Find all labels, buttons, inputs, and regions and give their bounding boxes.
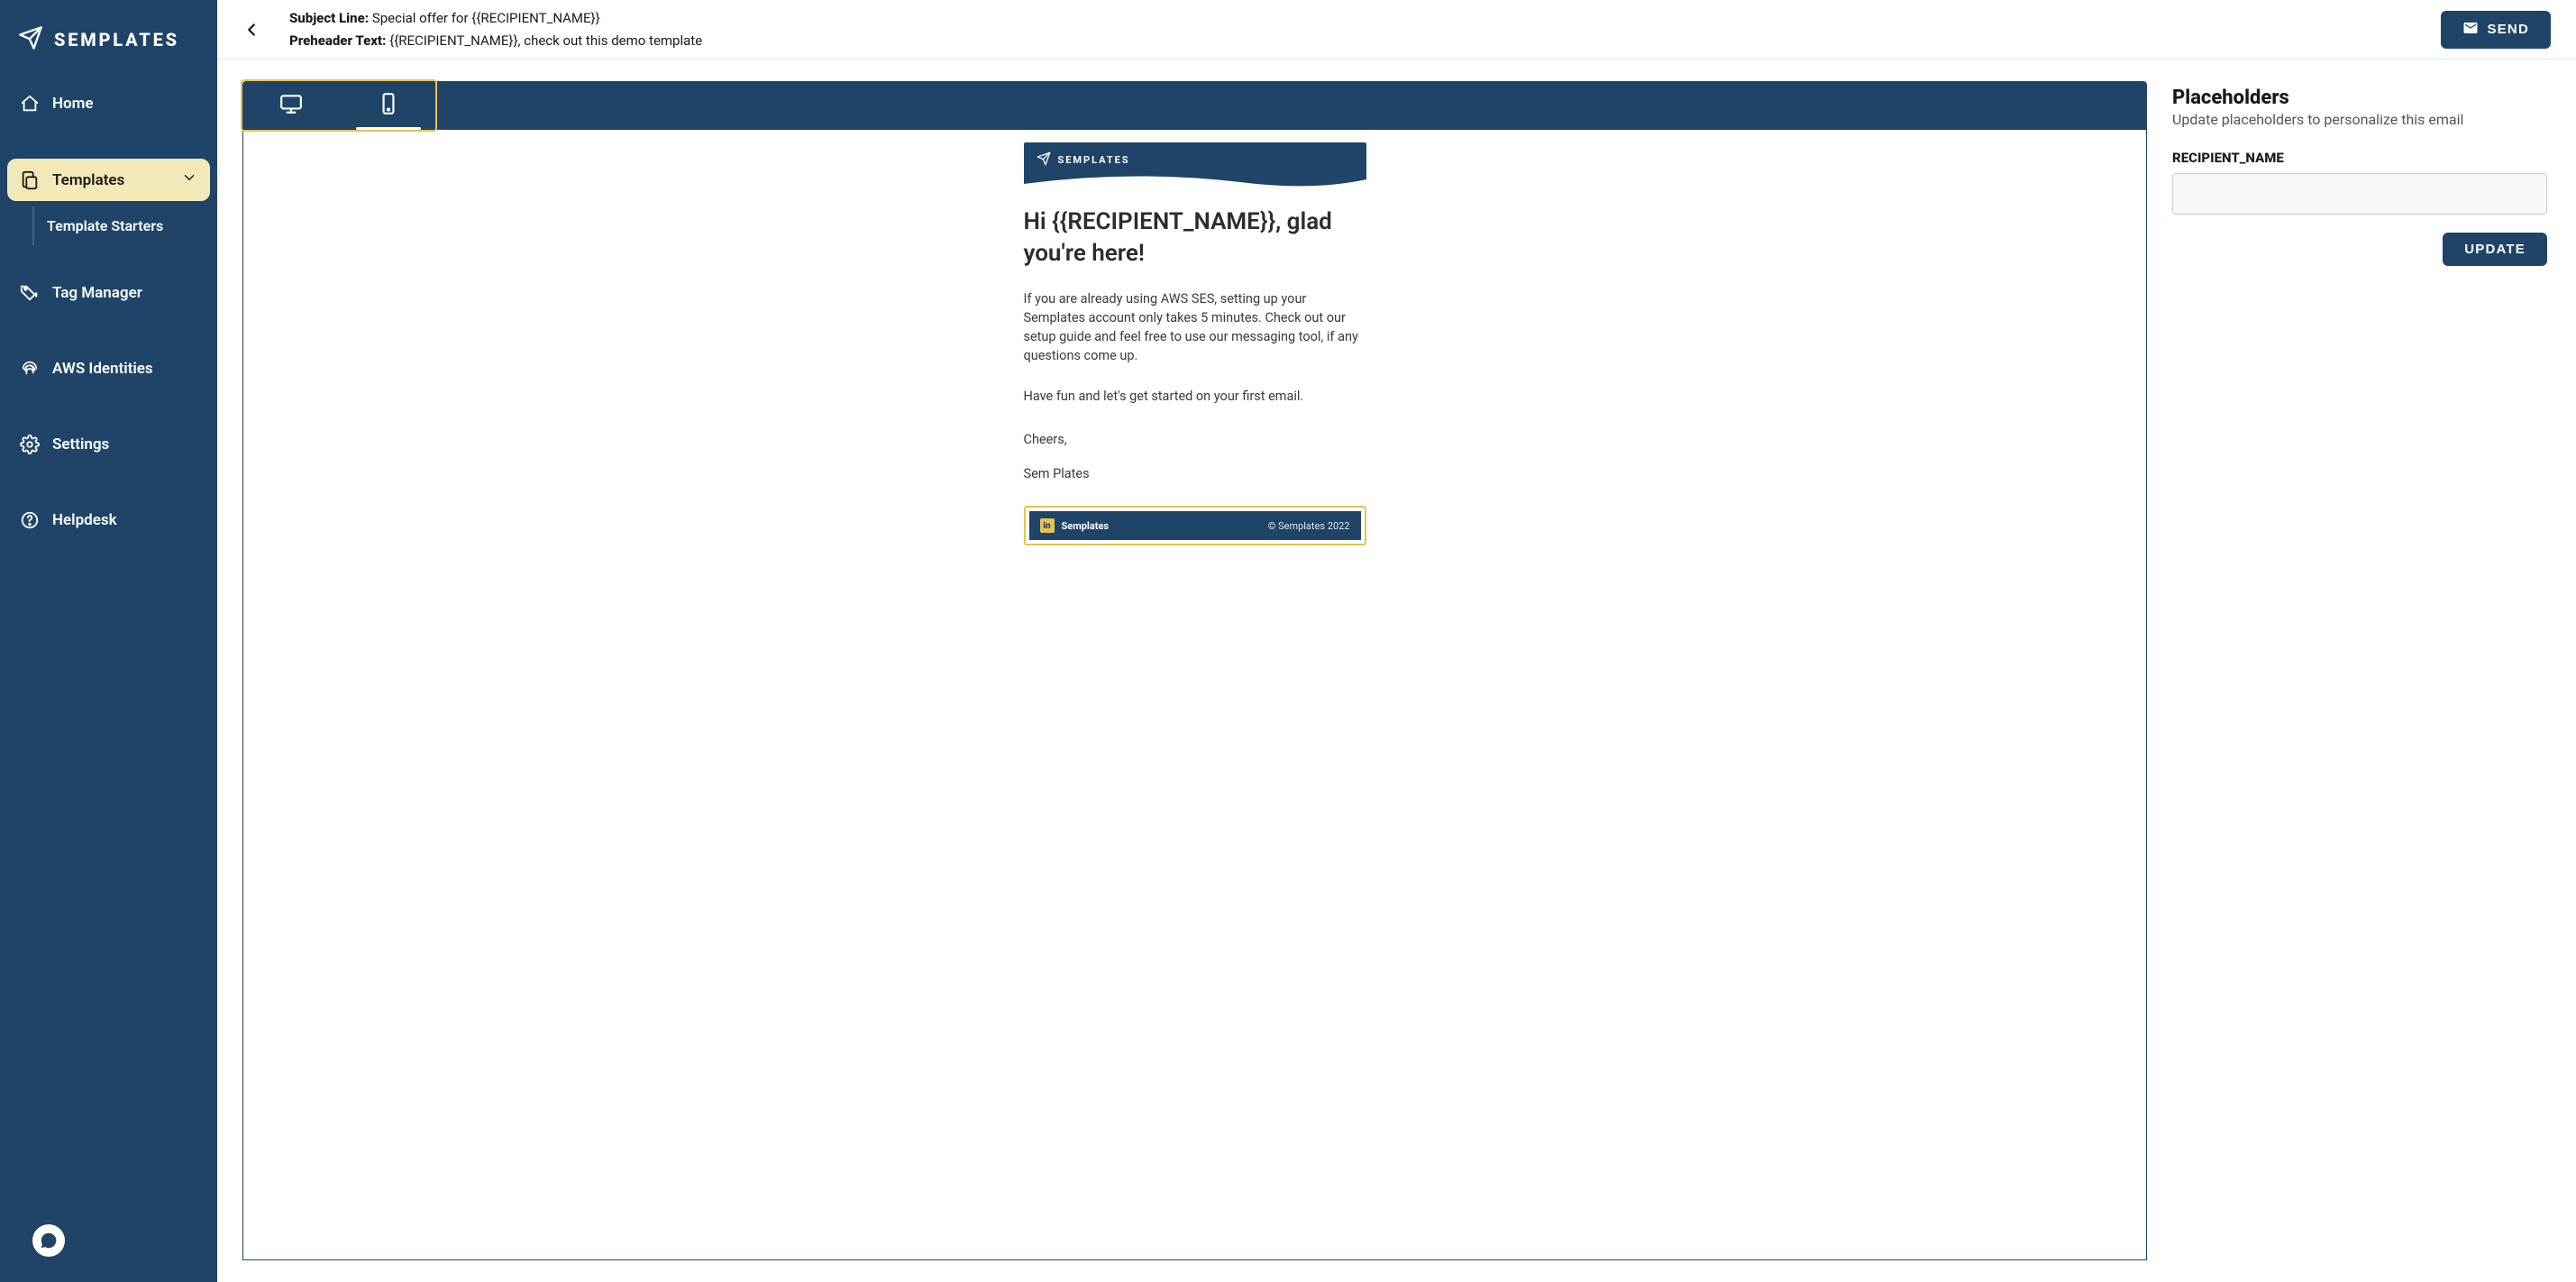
email-cheers: Cheers, <box>1024 427 1366 453</box>
desktop-icon <box>279 92 303 119</box>
back-button[interactable] <box>235 14 268 46</box>
sidebar-item-label: Home <box>52 95 94 113</box>
subject-label: Subject Line: <box>289 10 372 26</box>
paper-plane-icon <box>1037 151 1051 169</box>
email-body: Hi {{RECIPIENT_NAME}}, glad you're here!… <box>1024 190 1366 506</box>
paper-plane-icon <box>18 25 43 54</box>
brand: SEMPLATES <box>0 0 217 83</box>
brand-text: SEMPLATES <box>54 29 179 50</box>
home-icon <box>20 94 40 114</box>
email-frame: SEMPLATES Hi {{RECIPIENT_NAME}}, glad yo… <box>242 130 2147 1260</box>
copy-icon <box>20 170 40 190</box>
sidebar-item-label: Tag Manager <box>52 284 142 302</box>
sidebar-item-label: Templates <box>52 171 124 189</box>
subject-value: Special offer for {{RECIPIENT_NAME}} <box>372 10 600 26</box>
recipient-name-input[interactable] <box>2172 173 2547 215</box>
chat-widget[interactable] <box>32 1224 65 1257</box>
email-footer: in Semplates © Semplates 2022 <box>1029 511 1361 540</box>
email-header: SEMPLATES <box>1024 142 1366 190</box>
fingerprint-icon <box>20 359 40 379</box>
placeholders-panel: Placeholders Update placeholders to pers… <box>2172 81 2551 1260</box>
field-label-recipient-name: RECIPIENT_NAME <box>2172 150 2547 166</box>
preview-column: SEMPLATES Hi {{RECIPIENT_NAME}}, glad yo… <box>242 81 2147 1260</box>
tag-icon <box>20 283 40 303</box>
highlight-box-footer: in Semplates © Semplates 2022 <box>1024 506 1366 545</box>
sidebar-item-templates[interactable]: Templates <box>7 159 210 201</box>
sidebar-item-label: AWS Identities <box>52 360 153 378</box>
sidebar-item-home[interactable]: Home <box>7 83 210 124</box>
sidebar: SEMPLATES Home Templates Template Starte… <box>0 0 217 1282</box>
email-paragraph-2: Have fun and let's get started on your f… <box>1024 387 1366 406</box>
sidebar-item-aws-identities[interactable]: AWS Identities <box>7 348 210 389</box>
help-icon <box>20 510 40 530</box>
preheader-value: {{RECIPIENT_NAME}}, check out this demo … <box>389 32 702 49</box>
email-heading: Hi {{RECIPIENT_NAME}}, glad you're here! <box>1024 206 1366 270</box>
email-footer-left: Semplates <box>1062 520 1110 532</box>
device-tabs-wrap <box>242 81 2147 130</box>
email-footer-right: © Semplates 2022 <box>1268 520 1350 532</box>
tab-desktop[interactable] <box>242 81 340 130</box>
preheader-label: Preheader Text: <box>289 32 389 49</box>
email-signature: Cheers, Sem Plates <box>1024 427 1366 486</box>
mobile-icon <box>377 92 400 119</box>
wave-divider <box>1024 175 1366 191</box>
topbar: Subject Line: Special offer for {{RECIPI… <box>217 0 2576 60</box>
sidebar-sub-label: Template Starters <box>47 217 163 234</box>
send-button-label: SEND <box>2488 22 2529 37</box>
sidebar-item-helpdesk[interactable]: Helpdesk <box>7 499 210 541</box>
sidebar-sub-template-starters[interactable]: Template Starters <box>47 214 210 238</box>
content: SEMPLATES Hi {{RECIPIENT_NAME}}, glad yo… <box>217 60 2576 1282</box>
header-info: Subject Line: Special offer for {{RECIPI… <box>289 8 702 50</box>
linkedin-icon: in <box>1040 518 1055 533</box>
email-sign-name: Sem Plates <box>1024 462 1366 487</box>
nav: Home Templates Template Starters Tag Man… <box>0 83 217 541</box>
send-button[interactable]: SEND <box>2441 11 2551 49</box>
panel-subtitle: Update placeholders to personalize this … <box>2172 111 2547 128</box>
update-button-label: UPDATE <box>2464 242 2526 257</box>
sidebar-item-label: Helpdesk <box>52 511 117 529</box>
email-brand: SEMPLATES <box>1037 151 1354 169</box>
mail-icon <box>2462 20 2479 40</box>
gear-icon <box>20 435 40 454</box>
email-card: SEMPLATES Hi {{RECIPIENT_NAME}}, glad yo… <box>1024 142 1366 1232</box>
sidebar-item-tag-manager[interactable]: Tag Manager <box>7 272 210 314</box>
sidebar-sub: Template Starters <box>32 206 210 245</box>
sidebar-item-label: Settings <box>52 435 109 453</box>
update-button[interactable]: UPDATE <box>2443 233 2547 266</box>
main: Subject Line: Special offer for {{RECIPI… <box>217 0 2576 1282</box>
chevron-down-icon <box>181 169 197 190</box>
tab-mobile[interactable] <box>340 81 437 130</box>
email-brand-text: SEMPLATES <box>1058 154 1130 166</box>
device-tabs <box>242 81 2147 130</box>
panel-title: Placeholders <box>2172 87 2547 109</box>
email-paragraph-1: If you are already using AWS SES, settin… <box>1024 289 1366 365</box>
sidebar-item-settings[interactable]: Settings <box>7 424 210 465</box>
